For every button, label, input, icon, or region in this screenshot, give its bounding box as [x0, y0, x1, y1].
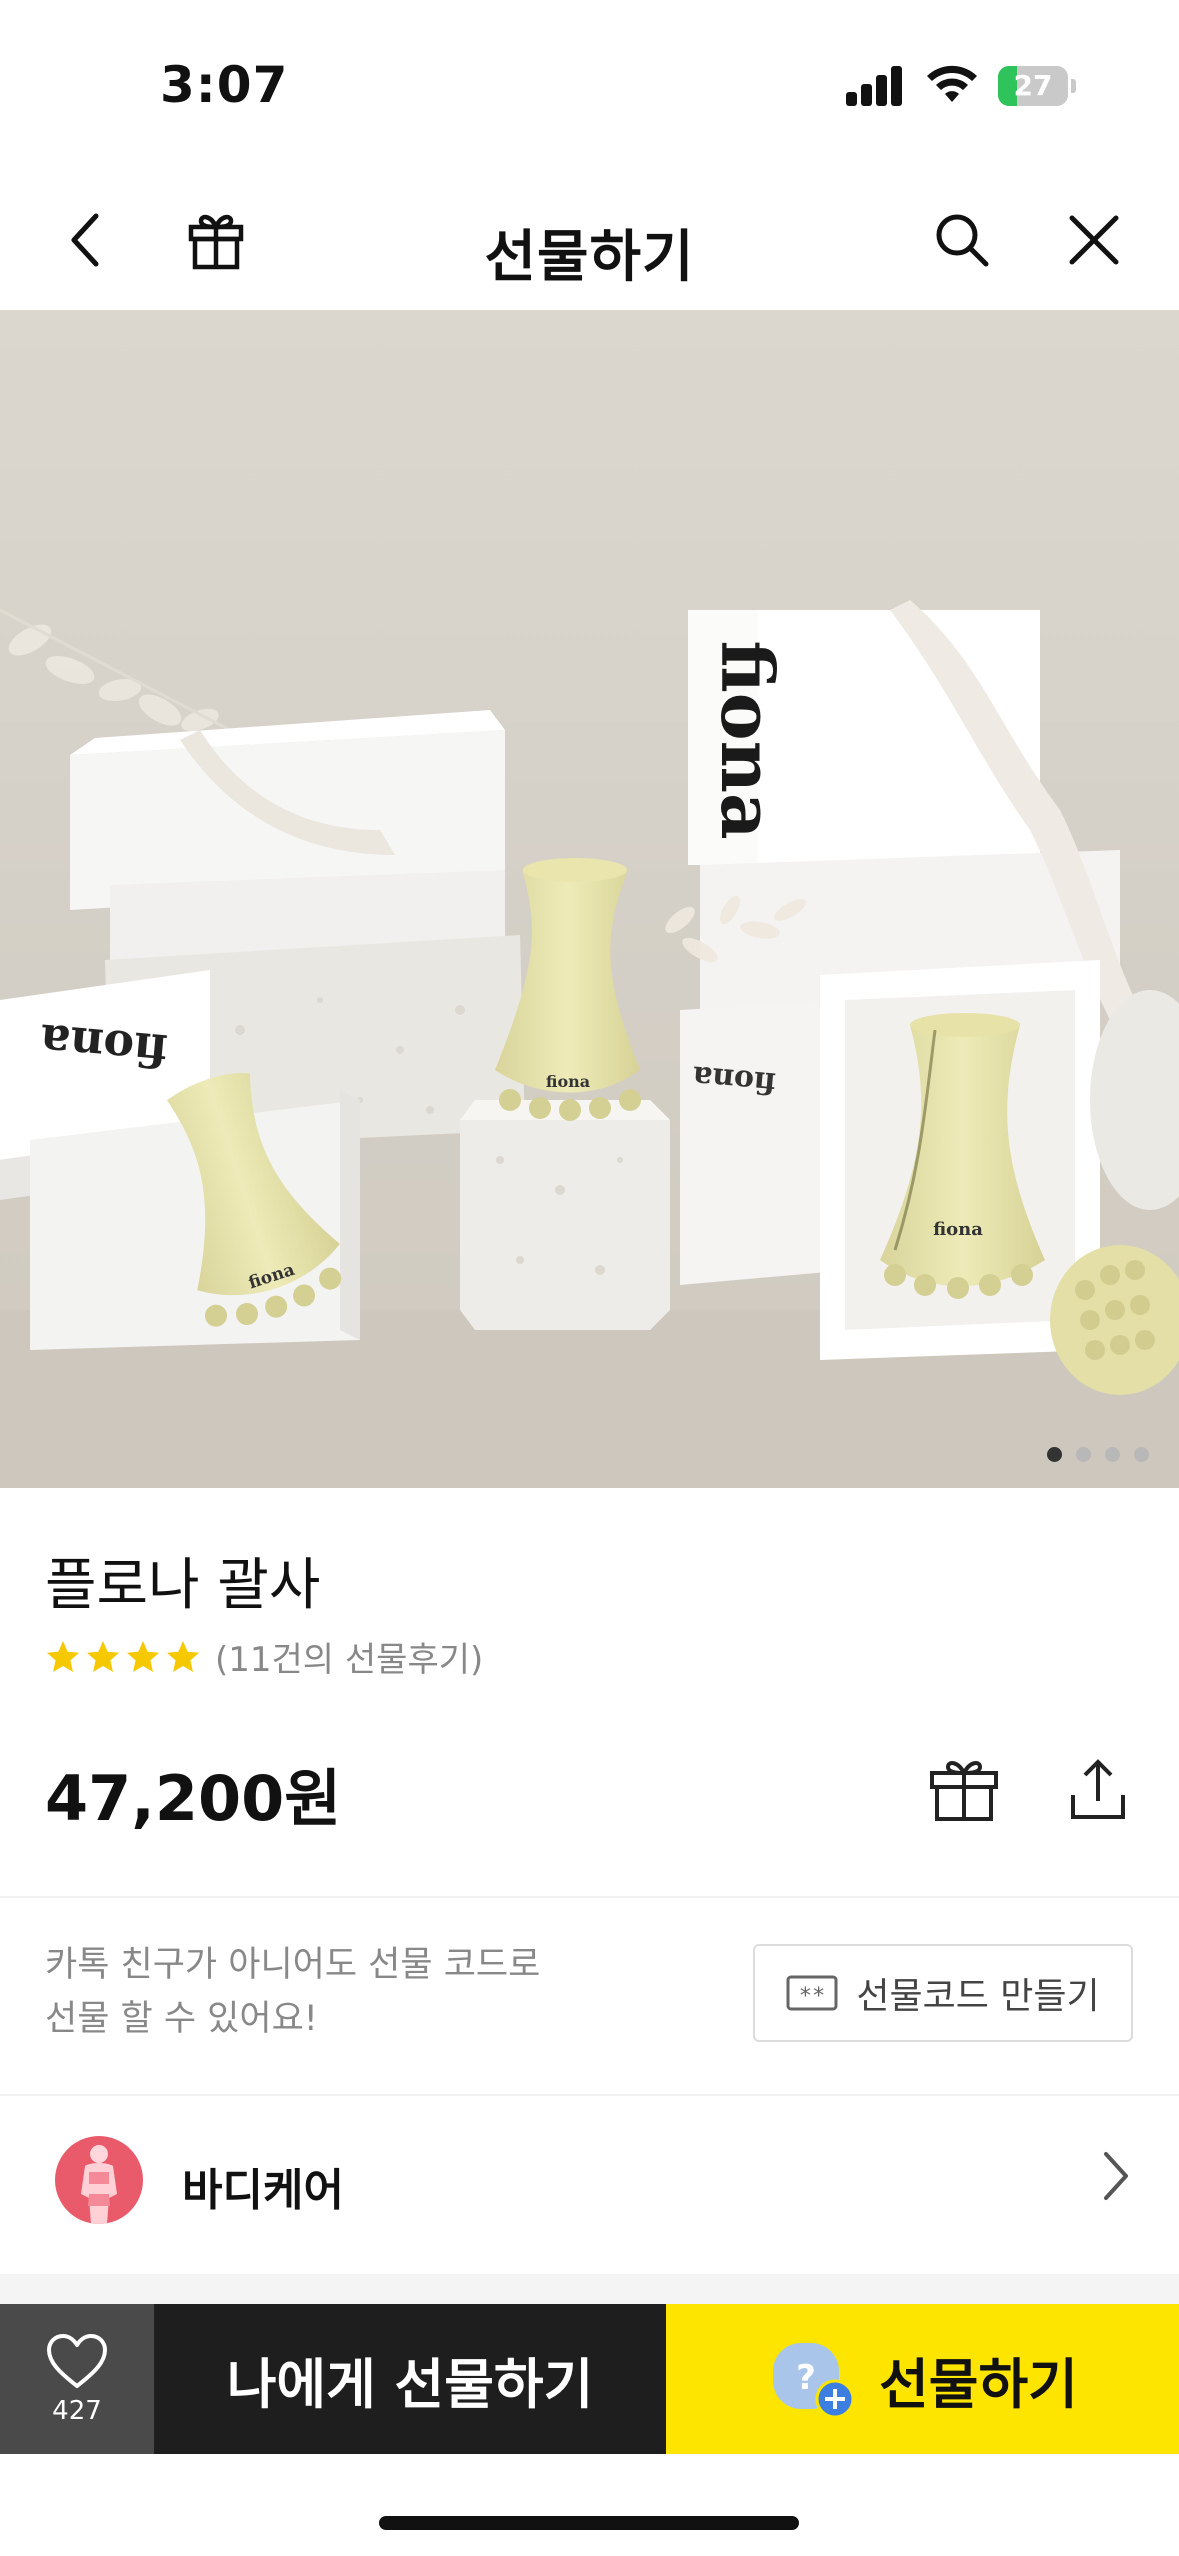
search-icon [936, 214, 989, 267]
home-indicator[interactable] [379, 2516, 799, 2530]
wifi-icon [927, 65, 977, 102]
tool-brand-label-center: fiona [546, 1072, 590, 1091]
like-button[interactable]: 427 [0, 2304, 154, 2454]
status-time: 3:07 [160, 56, 289, 114]
create-gift-code-label: 선물코드 만들기 [856, 1976, 1100, 2017]
friend-gift-icon: ? [773, 2343, 855, 2419]
star-icon [87, 1640, 119, 1672]
star-icon [47, 1640, 79, 1672]
close-button[interactable] [1054, 200, 1134, 280]
product-photo: fiona fiona fiona fiona fiona fiona [0, 310, 1179, 1488]
send-gift-button[interactable]: ? 선물하기 [666, 2304, 1179, 2454]
carousel-dot[interactable] [1105, 1447, 1120, 1462]
divider [0, 1896, 1179, 1898]
share-button[interactable] [1058, 1750, 1138, 1830]
battery-icon: 27 [998, 66, 1076, 106]
nav-bar: 선물하기 [0, 170, 1179, 310]
page-title: 선물하기 [484, 225, 695, 290]
star-icon [167, 1640, 199, 1672]
gift-code-description-line1: 카톡 친구가 아니어도 선물 코드로 [45, 1945, 541, 1985]
bottom-action-bar: 427 나에게 선물하기 ? 선물하기 [0, 2304, 1179, 2454]
review-count[interactable]: (11건의 선물후기) [215, 1632, 483, 1681]
status-bar: 3:07 27 [0, 0, 1179, 170]
svg-text:?: ? [796, 2358, 816, 2398]
rating-stars [45, 1639, 201, 1675]
gift-to-myself-button[interactable]: 나에게 선물하기 [154, 2304, 666, 2454]
gift-box-icon [930, 1761, 998, 1821]
create-gift-code-button[interactable]: ** 선물코드 만들기 [753, 1944, 1133, 2042]
gift-code-description-line2: 선물 할 수 있어요! [45, 1999, 318, 2039]
heart-icon [47, 2334, 107, 2388]
cellular-signal-icon [846, 66, 904, 106]
star-icon [127, 1640, 159, 1672]
gift-code-description: 카톡 친구가 아니어도 선물 코드로 선물 할 수 있어요! [45, 1938, 540, 2046]
category-label: 바디케어 [182, 2165, 344, 2216]
close-icon [1069, 215, 1119, 265]
carousel-dot[interactable] [1047, 1447, 1062, 1462]
send-gift-label: 선물하기 [879, 2352, 1078, 2416]
search-button[interactable] [922, 200, 1002, 280]
wish-gift-button[interactable] [924, 1750, 1004, 1830]
svg-text:**: ** [799, 1984, 826, 2009]
like-count: 427 [52, 2396, 102, 2426]
svg-text:fiona: fiona [691, 1058, 777, 1100]
chevron-right-icon [1104, 2152, 1128, 2200]
product-price: 47,200원 [45, 1762, 342, 1835]
carousel-dot[interactable] [1134, 1447, 1149, 1462]
product-name: 플로나 괄사 [45, 1553, 321, 1618]
box-brand-label-left: fiona [38, 1013, 170, 1078]
product-rating[interactable]: (11건의 선물후기) [45, 1632, 483, 1681]
carousel-dot[interactable] [1076, 1447, 1091, 1462]
battery-percent: 27 [1013, 69, 1053, 102]
section-spacer [0, 2274, 1179, 2304]
share-icon [1071, 1759, 1125, 1819]
product-image-carousel[interactable]: fiona fiona fiona fiona fiona fiona [0, 310, 1179, 1488]
tool-brand-label: fiona [933, 1219, 983, 1240]
category-row[interactable]: 바디케어 [0, 2096, 1179, 2274]
category-avatar [55, 2136, 143, 2224]
box-brand-label: fiona [705, 640, 790, 839]
carousel-page-indicator [1047, 1447, 1149, 1462]
body-figure-icon [81, 2145, 117, 2224]
gift-code-icon: ** [786, 1975, 838, 2011]
